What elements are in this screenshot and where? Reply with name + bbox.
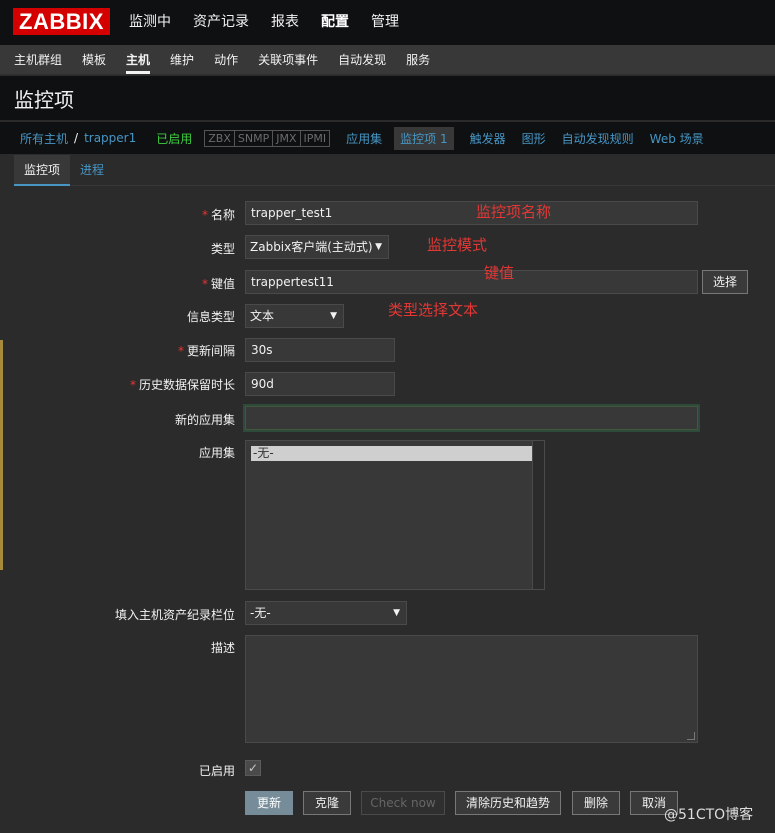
badge-ipmi: IPMI [303, 131, 327, 145]
name-label: * 名称 [201, 208, 235, 222]
key-select-button[interactable]: 选择 [702, 270, 748, 294]
enabled-checkbox[interactable]: ✓ [245, 760, 261, 776]
top-menu-configuration[interactable]: 配置 [310, 0, 360, 45]
breadcrumb-host[interactable]: trapper1 [84, 131, 136, 145]
description-textarea[interactable] [245, 635, 698, 743]
top-navigation: ZABBIX 监测中 资产记录 报表 配置 管理 [0, 0, 775, 45]
breadcrumb-separator: / [74, 131, 79, 145]
clear-history-button[interactable]: 清除历史和趋势 [455, 791, 561, 815]
badge-jmx: JMX [273, 130, 301, 146]
top-menu: 监测中 资产记录 报表 配置 管理 [118, 0, 410, 45]
tab-preprocessing[interactable]: 进程 [70, 155, 114, 185]
badge-snmp: SNMP [235, 130, 274, 146]
chevron-down-icon: ▼ [393, 608, 400, 618]
sub-menu-maintenance[interactable]: 维护 [160, 45, 204, 74]
inventory-label: 填入主机资产纪录栏位 [114, 608, 235, 622]
annotation-monitor-mode: 监控模式 [427, 236, 488, 254]
form-tabs: 监控项 进程 [14, 155, 775, 186]
applications-listbox[interactable]: -无- [245, 440, 545, 590]
applications-label: 应用集 [198, 446, 235, 460]
annotation-item-name: 监控项名称 [476, 203, 552, 221]
new-application-input[interactable] [245, 406, 698, 430]
type-select-value: Zabbix客户端(主动式) [250, 240, 373, 254]
sub-menu-templates[interactable]: 模板 [72, 45, 116, 74]
history-label: * 历史数据保留时长 [129, 378, 235, 392]
history-input[interactable]: 90d [245, 372, 395, 396]
window-edge-strip [0, 340, 3, 570]
breadcrumb: 所有主机 / trapper1 已启用 ZBX SNMP JMX IPMI 应用… [0, 122, 775, 154]
host-nav-applications[interactable]: 应用集 [346, 130, 382, 147]
check-now-button[interactable]: Check now [361, 791, 445, 815]
breadcrumb-all-hosts[interactable]: 所有主机 [20, 130, 68, 147]
host-nav-triggers[interactable]: 触发器 [470, 130, 506, 147]
resize-grip-icon[interactable] [687, 732, 695, 740]
inventory-select-value: -无- [250, 606, 271, 620]
applications-scrollbar[interactable] [532, 441, 544, 589]
top-menu-reports[interactable]: 报表 [260, 0, 310, 45]
info-type-select[interactable]: 文本 ▼ [245, 304, 344, 328]
sub-menu-discovery[interactable]: 自动发现 [328, 45, 396, 74]
applications-option-none[interactable]: -无- [251, 446, 534, 461]
type-select[interactable]: Zabbix客户端(主动式) ▼ [245, 235, 389, 259]
top-menu-administration[interactable]: 管理 [360, 0, 410, 45]
host-nav-discovery-rules[interactable]: 自动发现规则 [562, 130, 634, 147]
watermark: @51CTO博客 [664, 807, 754, 823]
host-nav-items[interactable]: 监控项 1 [394, 126, 454, 150]
sub-menu-actions[interactable]: 动作 [204, 45, 248, 74]
badge-zbx: ZBX [205, 130, 235, 146]
info-type-label: 信息类型 [186, 310, 235, 324]
host-status-enabled[interactable]: 已启用 [156, 130, 192, 147]
top-menu-monitoring[interactable]: 监测中 [118, 0, 182, 45]
item-form: * 名称 trapper_test1 类型 Zabbix客户端(主动式) ▼ * 键… [14, 187, 775, 833]
zabbix-logo[interactable]: ZABBIX [13, 8, 110, 35]
sub-navigation: 主机群组 模板 主机 维护 动作 关联项事件 自动发现 服务 [0, 45, 775, 75]
key-label: * 键值 [201, 277, 235, 291]
interval-label: * 更新间隔 [177, 344, 235, 358]
sub-menu-services[interactable]: 服务 [396, 45, 440, 74]
tab-item[interactable]: 监控项 [14, 155, 71, 186]
annotation-type-text: 类型选择文本 [388, 301, 479, 319]
chevron-down-icon: ▼ [375, 242, 382, 252]
host-nav-web-scenarios[interactable]: Web 场景 [650, 130, 704, 147]
top-menu-inventory[interactable]: 资产记录 [182, 0, 260, 45]
sub-menu-correlation[interactable]: 关联项事件 [248, 45, 328, 74]
interval-input[interactable]: 30s [245, 338, 395, 362]
key-input[interactable]: trappertest11 [245, 270, 698, 294]
info-type-select-value: 文本 [250, 309, 275, 323]
delete-button[interactable]: 删除 [572, 791, 620, 815]
enabled-label: 已启用 [198, 764, 235, 778]
sub-menu-hosts[interactable]: 主机 [116, 45, 160, 74]
type-label: 类型 [210, 242, 235, 256]
clone-button[interactable]: 克隆 [303, 791, 351, 815]
host-nav-graphs[interactable]: 图形 [522, 130, 546, 147]
annotation-key: 键值 [484, 264, 515, 282]
new-application-label: 新的应用集 [174, 413, 235, 427]
chevron-down-icon: ▼ [330, 311, 337, 321]
sub-menu-host-groups[interactable]: 主机群组 [4, 45, 72, 74]
inventory-select[interactable]: -无- ▼ [245, 601, 407, 625]
availability-badges: ZBX SNMP JMX IPMI [204, 129, 331, 147]
description-label: 描述 [210, 641, 235, 655]
update-button[interactable]: 更新 [245, 791, 293, 815]
page-title: 监控项 [14, 88, 74, 112]
page-header: 监控项 [0, 76, 775, 120]
name-input[interactable]: trapper_test1 [245, 201, 698, 225]
